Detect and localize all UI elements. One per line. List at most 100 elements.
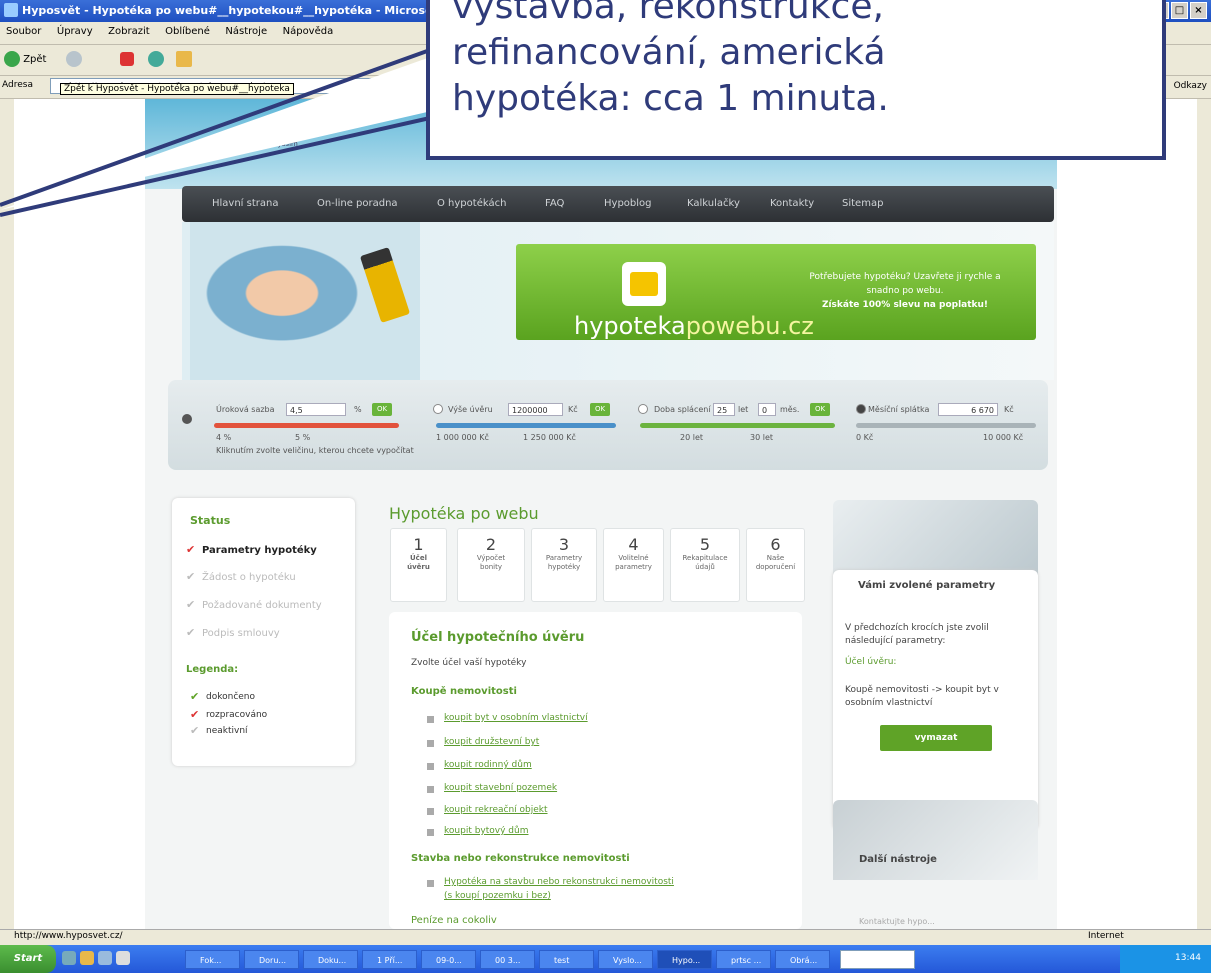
menu-tools[interactable]: Nástroje [219,22,273,41]
taskbar-item[interactable]: Doru... [244,950,299,969]
link-building-plot[interactable]: koupit stavební pozemek [444,783,557,793]
refresh-button[interactable] [148,50,164,70]
amount-radio[interactable] [433,404,443,414]
tools-illustration-calculator [833,800,1038,880]
site-nav: Hlavní strana On-line poradna O hypotéká… [182,186,1054,222]
checkmark-icon: ✔ [190,708,200,721]
home-icon [176,51,192,67]
rate-min: 4 % [216,433,232,442]
term-ok-button[interactable]: OK [810,403,830,416]
taskbar-item[interactable]: Fok... [185,950,240,969]
taskbar-item[interactable]: 00 3... [480,950,535,969]
logo-subtitle: Hypotéka s vyšším [232,140,298,148]
step-label: Výpočet [476,554,506,562]
checkmark-icon: ✔ [190,690,200,703]
term-min: 20 let [680,433,704,442]
stop-icon [120,52,134,66]
step-4-tab[interactable]: 4 Volitelné parametry [603,528,664,602]
payment-radio[interactable] [856,404,866,414]
step-3-tab[interactable]: 3 Parametry hypotéky [531,528,597,602]
maximize-button[interactable]: □ [1171,2,1188,19]
taskbar-item[interactable]: 1 Pří... [362,950,417,969]
nav-hypoblog[interactable]: Hypoblog [604,198,652,209]
taskbar-item-active[interactable]: Hypo... [657,950,712,969]
forward-button[interactable] [66,50,82,70]
quicklaunch-icon[interactable] [80,951,94,965]
taskbar-item[interactable]: prtsc ... [716,950,771,969]
term-years-input[interactable]: 25 [713,403,735,416]
amount-input[interactable]: 1200000 [508,403,563,416]
quicklaunch-icon[interactable] [62,951,76,965]
step-label: bonity [480,563,502,571]
menu-help[interactable]: Nápověda [277,22,340,41]
link-apartment-building[interactable]: koupit bytový dům [444,826,528,836]
main-title: Hypotéka po webu [389,504,539,523]
params-description: V předchozích krocích jste zvolil násled… [845,623,989,646]
link-family-house[interactable]: koupit rodinný dům [444,760,532,770]
menu-favorites[interactable]: Oblíbené [159,22,216,41]
bullet-icon [427,716,434,723]
taskbar-item[interactable]: test [539,950,594,969]
amount-slider[interactable] [436,423,616,428]
link-construction-note[interactable]: (s koupí pozemku i bez) [444,891,551,901]
step-number: 2 [485,535,497,554]
checkmark-icon: ✔ [186,543,196,556]
back-button[interactable]: Zpět [4,50,46,70]
step-2-tab[interactable]: 2 Výpočet bonity [457,528,525,602]
ie-app-icon [4,3,18,17]
taskbar-item[interactable]: 09-0... [421,950,476,969]
step-label: úvěru [407,563,430,571]
taskbar-item[interactable]: Vyslo... [598,950,653,969]
nav-home[interactable]: Hlavní strana [212,198,278,209]
vertical-scrollbar[interactable] [1197,99,1211,929]
amount-label: Výše úvěru [448,405,493,414]
rate-slider[interactable] [214,423,399,428]
nav-contacts[interactable]: Kontakty [770,198,814,209]
step-6-tab[interactable]: 6 Naše doporučení [746,528,805,602]
step-5-tab[interactable]: 5 Rekapitulace údajů [670,528,740,602]
term-radio[interactable] [638,404,648,414]
term-slider[interactable] [640,423,835,428]
legend-done: dokončeno [206,692,256,702]
payment-input[interactable]: 6 670 [938,403,998,416]
term-months-input[interactable]: 0 [758,403,776,416]
close-button[interactable]: × [1190,2,1207,19]
nav-sitemap[interactable]: Sitemap [842,198,883,209]
link-apartment-own[interactable]: koupit byt v osobním vlastnictví [444,713,588,723]
rate-ok-button[interactable]: OK [372,403,392,416]
amount-ok-button[interactable]: OK [590,403,610,416]
left-frame [0,99,14,929]
link-construction[interactable]: Hypotéka na stavbu nebo rekonstrukci nem… [444,877,674,887]
quicklaunch-icon[interactable] [98,951,112,965]
taskbar-item[interactable]: Obrá... [775,950,830,969]
payment-slider[interactable] [856,423,1036,428]
home-button[interactable] [176,50,192,70]
nav-online-advice[interactable]: On-line poradna [317,198,398,209]
brand-part-1: hypoteka [574,312,686,340]
params-goal-value: Koupě nemovitosti -> koupit byt v osobní… [845,685,999,708]
menu-file[interactable]: Soubor [0,22,47,41]
nav-faq[interactable]: FAQ [545,198,564,209]
delete-button[interactable]: vymazat [880,725,992,751]
purpose-title: Účel hypotečního úvěru [411,630,585,645]
nav-about-mortgages[interactable]: O hypotékách [437,198,506,209]
start-button[interactable]: Start [0,945,56,973]
section-anything: Peníze na cokoliv [411,915,497,926]
stop-button[interactable] [120,50,134,70]
rate-input[interactable]: 4,5 [286,403,346,416]
payment-min: 0 Kč [856,433,874,442]
params-title: Vámi zvolené parametry [858,580,996,591]
menu-edit[interactable]: Úpravy [51,22,99,41]
taskbar-item[interactable]: Doku... [303,950,358,969]
menu-view[interactable]: Zobrazit [102,22,156,41]
status-item-signature: Podpis smlouvy [202,628,280,639]
links-label[interactable]: Odkazy [1174,81,1207,91]
link-recreational[interactable]: koupit rekreační objekt [444,805,548,815]
payment-label: Měsíční splátka [868,405,930,414]
quicklaunch-icon[interactable] [116,951,130,965]
step-1-tab[interactable]: 1 Účel úvěru [390,528,447,602]
taskbar-search-box[interactable] [840,950,915,969]
link-apartment-coop[interactable]: koupit družstevní byt [444,737,539,747]
nav-calculators[interactable]: Kalkulačky [687,198,740,209]
tools-first-link[interactable]: Kontaktujte hypo... [859,917,935,926]
